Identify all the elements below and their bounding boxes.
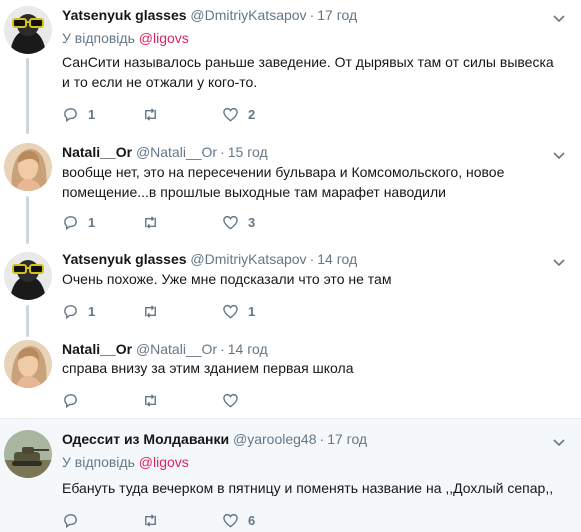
tank-avatar-icon[interactable] <box>4 430 52 478</box>
woman-avatar-icon[interactable] <box>4 143 52 191</box>
separator-dot: · <box>220 341 225 357</box>
like-count: 6 <box>248 512 256 528</box>
tweet[interactable]: Natali__Or @Natali__Or · 14 год справа вни… <box>0 334 581 418</box>
retweet-icon <box>145 215 156 229</box>
reply-button[interactable]: 1 <box>62 212 95 232</box>
like-button[interactable] <box>222 390 248 410</box>
tweet-text: Очень похоже. Уже мне подсказали что это… <box>62 271 392 287</box>
like-count: 3 <box>248 214 256 230</box>
separator-dot: · <box>309 251 315 267</box>
retweet-button[interactable] <box>142 212 168 232</box>
separator-dot: · <box>309 7 315 23</box>
heart-icon <box>223 215 238 230</box>
tweet[interactable]: Yatsenyuk glasses @DmitriyKatsapov · 17 го… <box>0 0 581 135</box>
retweet-button[interactable] <box>142 390 168 410</box>
author-handle[interactable]: @DmitriyKatsapov <box>190 251 306 267</box>
author-name[interactable]: Yatsenyuk glasses <box>62 7 187 23</box>
timestamp[interactable]: 15 год <box>228 144 268 160</box>
separator-dot: · <box>220 144 225 160</box>
like-button[interactable]: 3 <box>222 212 255 232</box>
heart-icon <box>223 513 238 528</box>
retweet-icon <box>145 107 156 121</box>
heart-icon <box>223 107 238 122</box>
tweet-actions: 6 <box>62 510 302 530</box>
timestamp[interactable]: 17 год <box>317 7 357 23</box>
reply-button[interactable] <box>62 510 88 530</box>
tweet-text: справа внизу за этим зданием первая школ… <box>62 360 354 376</box>
like-button[interactable]: 6 <box>222 510 255 530</box>
tweet[interactable]: Natali__Or @Natali__Or · 15 год вообще нет… <box>0 135 581 244</box>
tweet-text: Ебануть туда вечерком в пятницу и поменя… <box>62 480 554 496</box>
retweet-icon <box>145 513 156 527</box>
author-name[interactable]: Natali__Or <box>62 144 132 160</box>
tweet-header: Yatsenyuk glasses @DmitriyKatsapov · 14 го… <box>62 250 357 268</box>
author-name[interactable]: Yatsenyuk glasses <box>62 251 187 267</box>
timestamp[interactable]: 14 год <box>317 251 357 267</box>
author-handle[interactable]: @DmitriyKatsapov <box>190 7 306 23</box>
like-button[interactable]: 1 <box>222 301 255 321</box>
retweet-button[interactable] <box>142 104 168 124</box>
reply-button[interactable] <box>62 390 88 410</box>
reply-button[interactable]: 1 <box>62 301 95 321</box>
chevron-down-icon[interactable] <box>551 10 567 26</box>
tweet-header: Natali__Or @Natali__Or · 14 год <box>62 340 268 358</box>
tweet-actions <box>62 390 302 410</box>
glasses-avatar-icon[interactable] <box>4 252 52 300</box>
retweet-icon <box>145 304 156 318</box>
like-count: 2 <box>248 106 256 122</box>
tweet-header: Yatsenyuk glasses @DmitriyKatsapov · 17 го… <box>62 6 357 24</box>
reply-icon <box>64 304 77 319</box>
author-name[interactable]: Одессит из Молдаванки <box>62 431 229 447</box>
author-handle[interactable]: @Natali__Or <box>136 144 217 160</box>
reply-count: 1 <box>88 106 96 122</box>
reply-context: У відповідь @ligovs <box>62 30 189 46</box>
heart-icon <box>223 393 238 408</box>
tweet-header: Natali__Or @Natali__Or · 15 год <box>62 143 268 161</box>
reply-prefix: У відповідь <box>62 454 135 470</box>
separator-dot: · <box>319 431 325 447</box>
tweet-text: вообще нет, это на пересечении бульвара … <box>62 164 505 200</box>
tweet-actions: 1 3 <box>62 212 302 232</box>
timestamp[interactable]: 17 год <box>327 431 367 447</box>
tweet[interactable]: Yatsenyuk glasses @DmitriyKatsapov · 14 го… <box>0 244 581 334</box>
glasses-avatar-icon[interactable] <box>4 6 52 54</box>
reply-icon <box>64 107 77 122</box>
reply-mention-link[interactable]: @ligovs <box>139 30 189 46</box>
timestamp[interactable]: 14 год <box>228 341 268 357</box>
reply-icon <box>64 513 77 528</box>
tweet[interactable]: Одессит из Молдаванки @yarooleg48 · 17 год… <box>0 418 581 532</box>
tweet-actions: 1 1 <box>62 301 302 321</box>
chevron-down-icon[interactable] <box>551 147 567 163</box>
like-button[interactable]: 2 <box>222 104 255 124</box>
reply-icon <box>64 393 77 408</box>
tweet-actions: 1 2 <box>62 104 302 124</box>
tweet-header: Одессит из Молдаванки @yarooleg48 · 17 год <box>62 430 367 448</box>
like-count: 1 <box>248 303 256 319</box>
chevron-down-icon[interactable] <box>551 434 567 450</box>
author-handle[interactable]: @Natali__Or <box>136 341 217 357</box>
retweet-icon <box>145 393 156 407</box>
author-handle[interactable]: @yarooleg48 <box>233 431 317 447</box>
reply-mention-link[interactable]: @ligovs <box>139 454 189 470</box>
retweet-button[interactable] <box>142 510 168 530</box>
reply-icon <box>64 215 77 230</box>
heart-icon <box>223 304 238 319</box>
reply-count: 1 <box>88 303 96 319</box>
author-name[interactable]: Natali__Or <box>62 341 132 357</box>
reply-prefix: У відповідь <box>62 30 135 46</box>
reply-context: У відповідь @ligovs <box>62 454 189 470</box>
retweet-button[interactable] <box>142 301 168 321</box>
chevron-down-icon[interactable] <box>551 254 567 270</box>
reply-button[interactable]: 1 <box>62 104 95 124</box>
tweet-text: СанСити называлось раньше заведение. От … <box>62 54 554 90</box>
reply-count: 1 <box>88 214 96 230</box>
woman-avatar-icon[interactable] <box>4 340 52 388</box>
